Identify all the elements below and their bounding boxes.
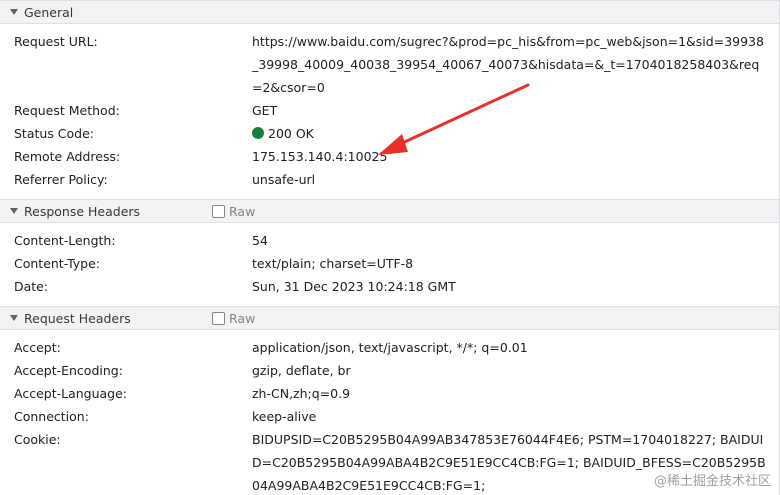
header-value[interactable]: text/plain; charset=UTF-8 — [252, 252, 767, 275]
header-key: Request Method: — [14, 103, 120, 118]
header-row: Status Code: 200 OK — [0, 122, 779, 145]
headers-panel: General Request URL: https://www.baidu.c… — [0, 0, 780, 495]
header-row: Remote Address: 175.153.140.4:10025 — [0, 145, 779, 168]
raw-label: Raw — [229, 310, 256, 326]
section-title-general: General — [24, 4, 74, 20]
remote-address-value[interactable]: 175.153.140.4:10025 — [252, 145, 767, 168]
general-section-header[interactable]: General — [0, 0, 779, 24]
collapse-triangle-icon[interactable] — [10, 9, 18, 15]
raw-label: Raw — [229, 203, 256, 219]
header-key: Cookie: — [14, 432, 61, 447]
header-row: Request Method: GET — [0, 99, 779, 122]
response-header-rows: Content-Length: 54 Content-Type: text/pl… — [0, 223, 779, 306]
raw-checkbox[interactable] — [212, 311, 225, 325]
section-title-request-headers: Request Headers — [24, 310, 131, 326]
status-text: 200 OK — [268, 126, 314, 141]
collapse-triangle-icon[interactable] — [10, 208, 18, 214]
header-key: Accept: — [14, 340, 61, 355]
header-key: Accept-Language: — [14, 386, 128, 401]
header-row: Content-Type: text/plain; charset=UTF-8 — [0, 252, 779, 275]
header-row: Request URL: https://www.baidu.com/sugre… — [0, 30, 779, 99]
request-headers-section-header[interactable]: Request Headers Raw — [0, 306, 779, 330]
header-row: Accept: application/json, text/javascrip… — [0, 336, 779, 359]
status-dot-icon — [252, 127, 264, 139]
header-key: Content-Type: — [14, 256, 100, 271]
header-key: Request URL: — [14, 34, 98, 49]
watermark: @稀土掘金技术社区 — [653, 474, 771, 489]
raw-toggle[interactable]: Raw — [212, 204, 255, 219]
header-key: Referrer Policy: — [14, 172, 108, 187]
header-key: Remote Address: — [14, 149, 121, 164]
header-value[interactable]: GET — [252, 99, 767, 122]
header-key: Content-Length: — [14, 233, 116, 248]
header-row: Connection: keep-alive — [0, 405, 779, 428]
header-row: Referrer Policy: unsafe-url — [0, 168, 779, 191]
header-row: Date: Sun, 31 Dec 2023 10:24:18 GMT — [0, 275, 779, 298]
header-value[interactable]: 54 — [252, 229, 767, 252]
raw-toggle[interactable]: Raw — [212, 311, 255, 326]
general-rows: Request URL: https://www.baidu.com/sugre… — [0, 24, 779, 199]
raw-checkbox[interactable] — [212, 204, 225, 218]
header-row: Accept-Language: zh-CN,zh;q=0.9 — [0, 382, 779, 405]
status-code-value[interactable]: 200 OK — [252, 122, 767, 145]
header-key: Status Code: — [14, 126, 95, 141]
header-value[interactable]: zh-CN,zh;q=0.9 — [252, 382, 767, 405]
header-key: Accept-Encoding: — [14, 363, 123, 378]
header-value[interactable]: https://www.baidu.com/sugrec?&prod=pc_hi… — [252, 30, 767, 99]
header-value[interactable]: unsafe-url — [252, 168, 767, 191]
section-title-response-headers: Response Headers — [24, 203, 141, 219]
header-value[interactable]: application/json, text/javascript, */*; … — [252, 336, 767, 359]
header-key: Connection: — [14, 409, 89, 424]
header-value[interactable]: keep-alive — [252, 405, 767, 428]
collapse-triangle-icon[interactable] — [10, 315, 18, 321]
header-row: Content-Length: 54 — [0, 229, 779, 252]
header-value[interactable]: Sun, 31 Dec 2023 10:24:18 GMT — [252, 275, 767, 298]
header-row: Accept-Encoding: gzip, deflate, br — [0, 359, 779, 382]
response-headers-section-header[interactable]: Response Headers Raw — [0, 199, 779, 223]
header-value[interactable]: gzip, deflate, br — [252, 359, 767, 382]
header-key: Date: — [14, 279, 49, 294]
